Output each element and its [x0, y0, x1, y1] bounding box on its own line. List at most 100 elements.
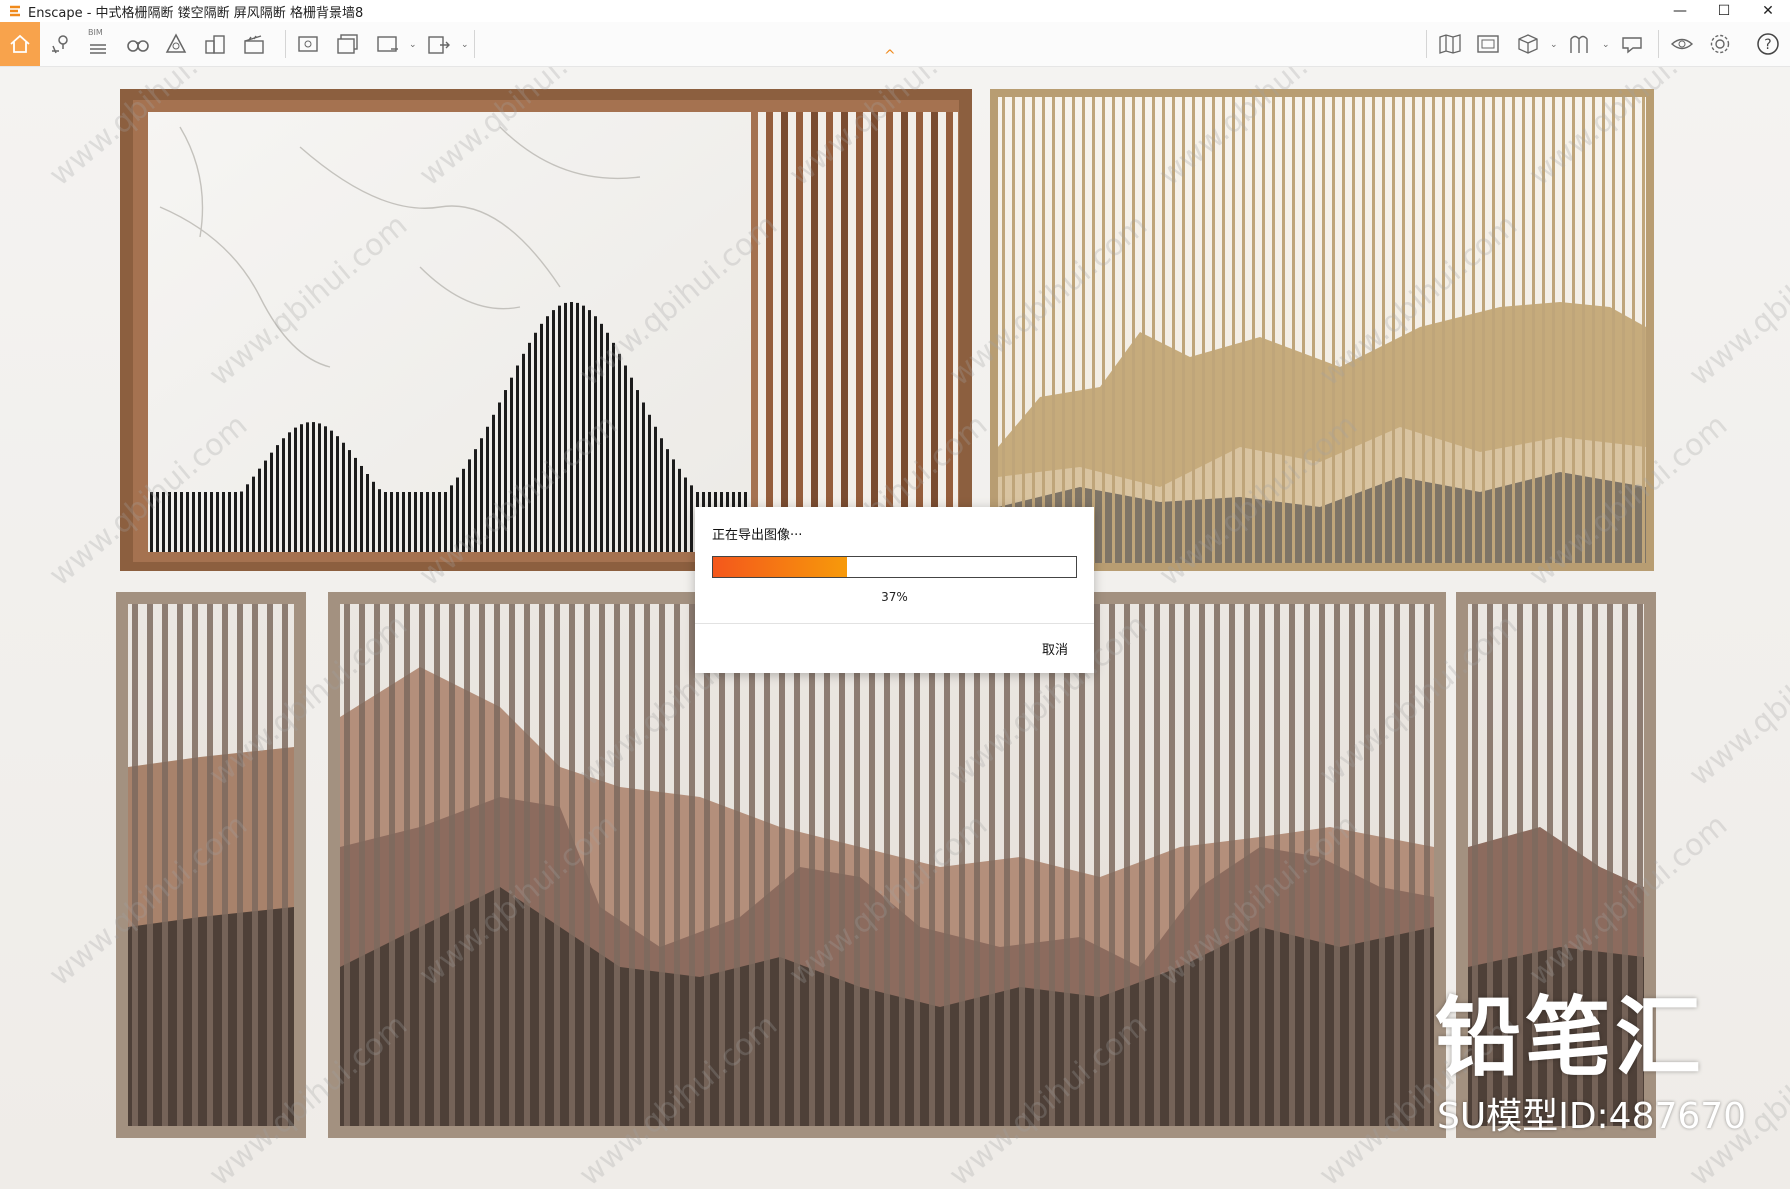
wood-slat — [946, 112, 953, 552]
gold-bar — [1432, 97, 1435, 563]
mountain-rod — [324, 426, 327, 552]
gold-bar — [1222, 97, 1225, 563]
visual-settings-preview-button[interactable] — [1664, 26, 1700, 62]
mountain-rod — [294, 427, 297, 552]
toolbar-separator — [1426, 30, 1427, 58]
mountain-rod — [642, 402, 645, 552]
mountain-rod — [222, 492, 225, 552]
export-button[interactable] — [421, 26, 457, 62]
bronze-bar — [659, 604, 665, 1126]
bronze-bar — [974, 604, 980, 1126]
chevron-down-icon[interactable]: ⌄ — [1602, 40, 1610, 50]
mountain-rod — [348, 450, 351, 552]
mountain-rod — [252, 476, 255, 552]
mountain-rod — [432, 492, 435, 552]
mountain-rod — [228, 492, 231, 552]
asset-library-icon — [1477, 35, 1499, 53]
buildings-button[interactable] — [197, 26, 233, 62]
export-progress-dialog: 正在导出图像··· 37% 取消 — [695, 507, 1094, 673]
mountain-rod — [246, 484, 249, 552]
settings-icon — [1710, 34, 1730, 54]
bronze-bar — [252, 604, 258, 1126]
bronze-bar — [1184, 604, 1190, 1126]
bronze-bar — [1034, 604, 1040, 1126]
bronze-bar — [989, 604, 995, 1126]
bronze-bar — [1004, 604, 1010, 1126]
mountain-rod — [390, 492, 393, 552]
gold-bar — [1082, 97, 1085, 563]
gold-bar — [1422, 97, 1425, 563]
mountain-rod — [426, 492, 429, 552]
cancel-button[interactable]: 取消 — [1042, 639, 1068, 658]
bronze-bar — [599, 604, 605, 1126]
collapse-toolbar-icon[interactable]: ^ — [884, 48, 896, 64]
object-button[interactable] — [1510, 26, 1546, 62]
home-button[interactable] — [0, 22, 40, 66]
bronze-bar — [524, 604, 530, 1126]
view-management-button[interactable] — [42, 26, 78, 62]
close-button[interactable]: ✕ — [1746, 0, 1790, 22]
gold-bar — [1122, 97, 1125, 563]
gold-bar — [1592, 97, 1595, 563]
mountain-rod — [618, 353, 621, 552]
map-icon — [1439, 34, 1461, 54]
mountain-rod — [204, 492, 207, 552]
maximize-button[interactable]: ☐ — [1702, 0, 1746, 22]
mountain-rod — [624, 365, 627, 552]
chevron-down-icon[interactable]: ⌄ — [461, 40, 469, 50]
bronze-bar — [884, 604, 890, 1126]
bronze-bar — [1199, 604, 1205, 1126]
bronze-bar — [809, 604, 815, 1126]
gold-bar — [1042, 97, 1045, 563]
svg-text:?: ? — [1764, 37, 1771, 53]
gold-bar — [1512, 97, 1515, 563]
batch-render-icon — [337, 34, 358, 54]
bronze-bar — [959, 604, 965, 1126]
panorama-button[interactable] — [370, 26, 406, 62]
chevron-down-icon[interactable]: ⌄ — [409, 40, 417, 50]
toolbar-separator — [474, 30, 475, 58]
gold-bar — [1322, 97, 1325, 563]
bronze-bar — [1349, 604, 1355, 1126]
feedback-button[interactable] — [1614, 26, 1650, 62]
bronze-bar — [1334, 604, 1340, 1126]
gold-bar — [1502, 97, 1505, 563]
video-editor-button[interactable] — [236, 26, 272, 62]
clapper-icon — [244, 35, 264, 54]
mountain-rod — [216, 492, 219, 552]
bronze-bar — [494, 604, 500, 1126]
mountain-rod — [378, 489, 381, 552]
mountain-rod — [654, 426, 657, 552]
mountain-rod — [192, 492, 195, 552]
screenshot-button[interactable] — [290, 26, 326, 62]
progress-bar — [712, 556, 1077, 578]
material-icon — [1570, 35, 1588, 53]
mountain-rod — [306, 422, 309, 552]
mountain-rod — [402, 492, 405, 552]
material-editor-button[interactable] — [1562, 26, 1598, 62]
location-icon — [52, 35, 68, 54]
window-controls: — ☐ ✕ — [1658, 0, 1790, 22]
walk-mode-button[interactable] — [120, 26, 156, 62]
map-button[interactable] — [1432, 26, 1468, 62]
bronze-bar — [644, 604, 650, 1126]
chevron-down-icon[interactable]: ⌄ — [1550, 40, 1558, 50]
help-button[interactable]: ? — [1750, 26, 1786, 62]
settings-button[interactable] — [1702, 26, 1738, 62]
bronze-bar — [404, 604, 410, 1126]
bim-button[interactable]: BIM — [80, 26, 116, 62]
mountain-rod — [264, 460, 267, 552]
atmosphere-button[interactable] — [158, 26, 194, 62]
mountain-rod — [690, 485, 693, 552]
mountain-rod — [288, 432, 291, 552]
bronze-bar — [1154, 604, 1160, 1126]
minimize-button[interactable]: — — [1658, 0, 1702, 22]
enscape-logo-icon — [10, 5, 20, 17]
batch-render-button[interactable] — [330, 26, 366, 62]
mountain-rod — [522, 353, 525, 552]
eye-icon — [1670, 38, 1694, 50]
mountain-rod — [630, 377, 633, 552]
gold-bar — [1462, 97, 1465, 563]
title-bar: Enscape - 中式格栅隔断 镂空隔断 屏风隔断 格栅背景墙8 — ☐ ✕ — [0, 0, 1790, 22]
asset-library-button[interactable] — [1470, 26, 1506, 62]
